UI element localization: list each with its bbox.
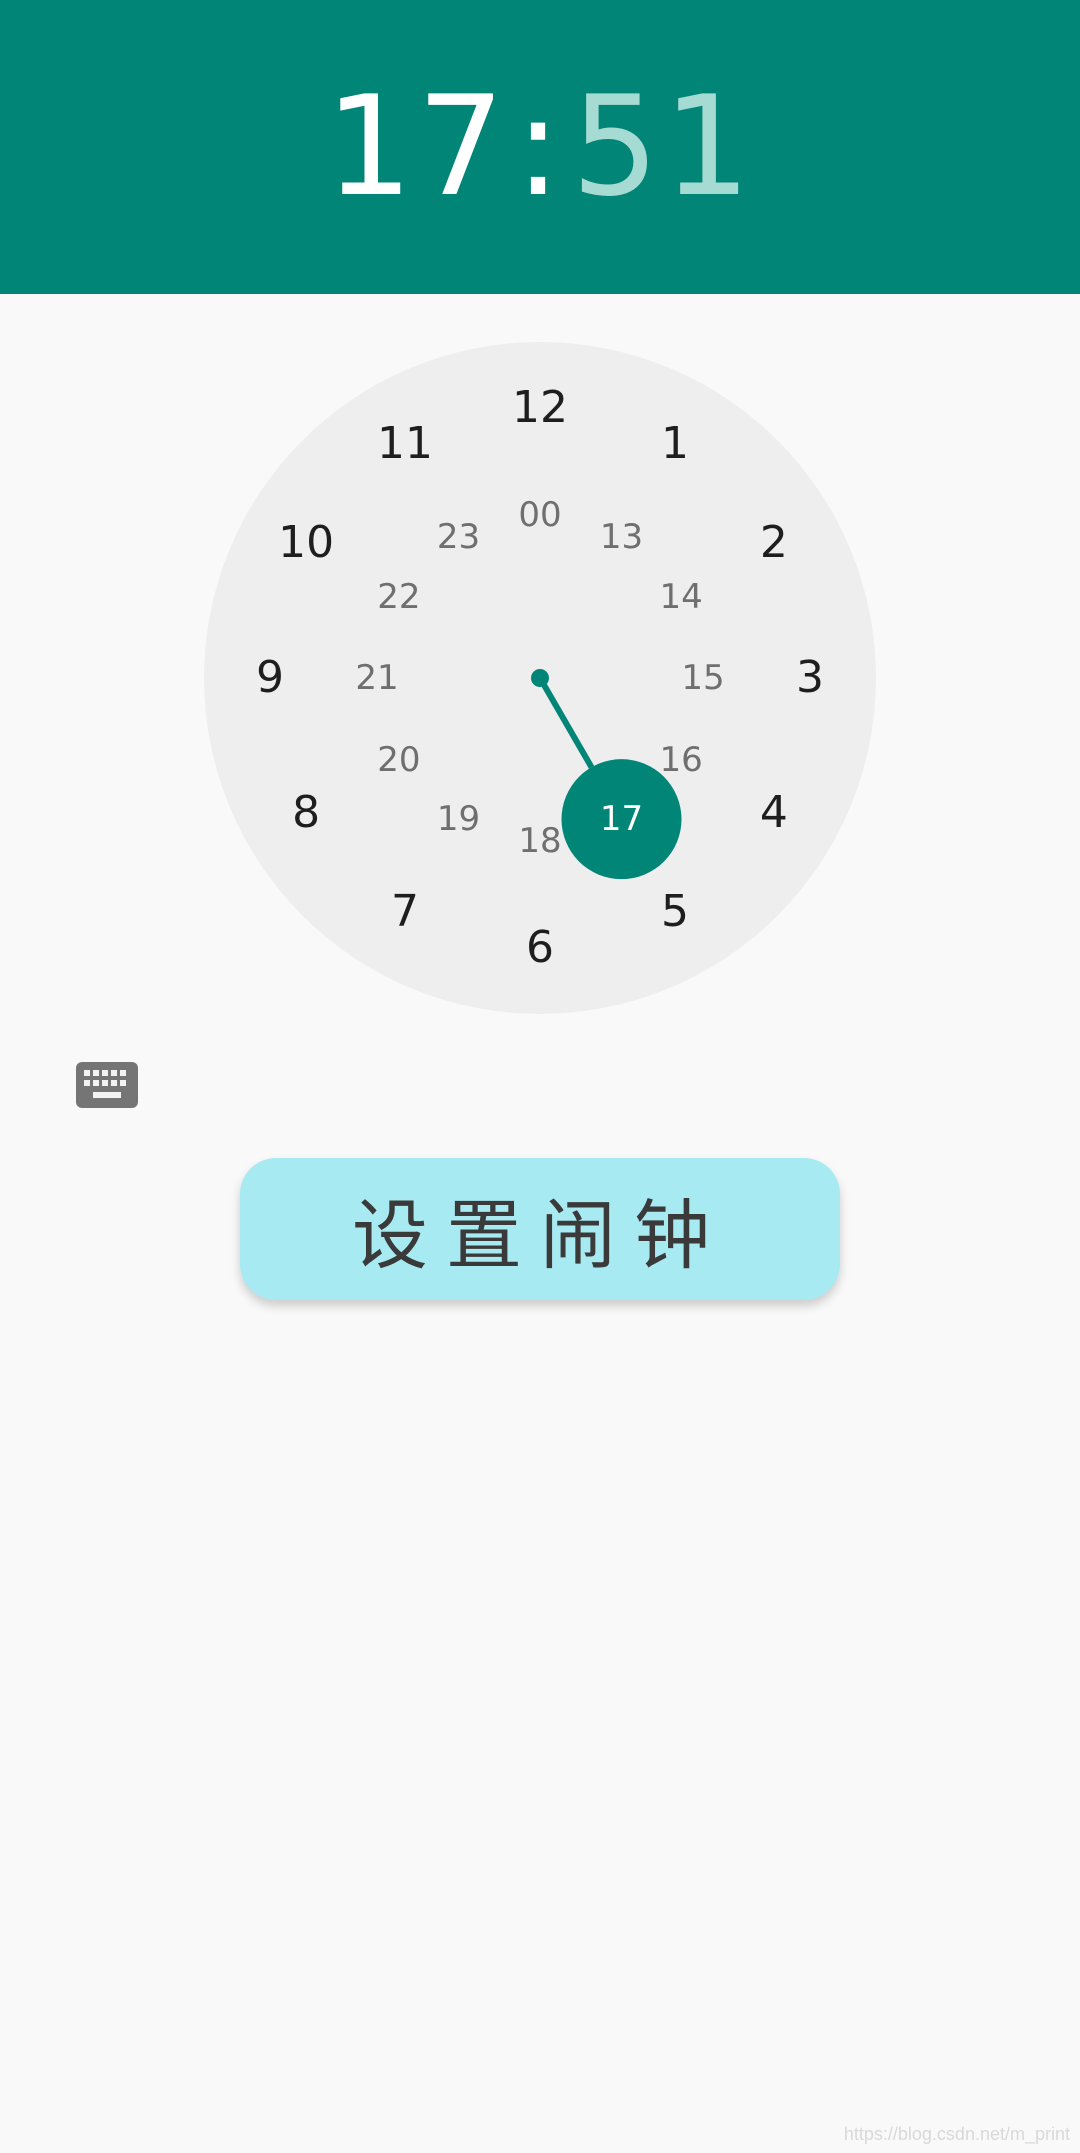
hour-option-outer-1[interactable]: 1 [661,422,689,466]
hour-option-inner-21[interactable]: 21 [355,661,398,695]
time-display: 17:51 [0,0,1080,294]
hour-option-inner-00[interactable]: 00 [518,498,561,532]
hour-option-outer-5[interactable]: 5 [661,889,689,934]
hour-option-outer-10[interactable]: 10 [278,521,334,565]
hour-option-outer-8[interactable]: 8 [292,791,320,835]
clock-center-dot [531,669,549,687]
hour-option-inner-13[interactable]: 13 [600,520,643,554]
hour-option-inner-23[interactable]: 23 [437,520,480,554]
hour-option-inner-18[interactable]: 18 [518,824,561,858]
hour-option-inner-22[interactable]: 22 [377,580,420,614]
hour-option-outer-9[interactable]: 9 [256,656,284,700]
hour-option-outer-4[interactable]: 4 [760,791,788,835]
keyboard-icon [76,1062,138,1108]
watermark: https://blog.csdn.net/m_print [843,2124,1070,2144]
hour-option-inner-14[interactable]: 14 [660,580,703,614]
hour-option-outer-11[interactable]: 11 [377,422,433,466]
minute-display[interactable]: 51 [571,78,755,216]
hour-option-outer-2[interactable]: 2 [760,521,788,565]
hour-option-inner-15[interactable]: 15 [681,661,724,695]
hour-option-outer-7[interactable]: 7 [391,889,419,934]
hour-option-outer-3[interactable]: 3 [796,656,824,700]
hour-option-inner-19[interactable]: 19 [437,802,480,836]
hour-option-inner-20[interactable]: 20 [377,743,420,777]
hour-option-outer-6[interactable]: 6 [526,926,554,970]
set-alarm-button[interactable]: 设置闹钟 [240,1158,840,1300]
hour-display[interactable]: 17 [325,78,509,216]
hour-option-inner-16[interactable]: 16 [660,743,703,777]
hour-option-inner-17[interactable]: 17 [600,802,643,836]
keyboard-toggle-button[interactable] [76,1062,138,1108]
clock-hand-graphic [531,669,682,880]
hour-option-outer-12[interactable]: 12 [512,386,568,430]
time-separator: : [514,66,566,227]
clock-dial[interactable]: 12 1 2 3 4 5 6 7 8 9 10 11 00 13 14 15 16 17 18 19 20 21 22 23 [204,342,876,1014]
clock-hand [537,676,595,769]
